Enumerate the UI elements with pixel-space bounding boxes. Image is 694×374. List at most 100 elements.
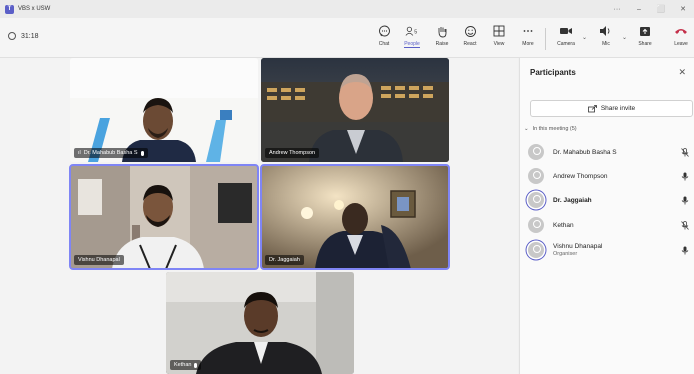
people-icon: 5 xyxy=(405,24,419,38)
participant-name: Andrew Thompson xyxy=(269,150,316,156)
participant-name: Vishnu Dhanapal xyxy=(78,257,120,263)
window-controls: ··· – ⬜ ✕ xyxy=(606,0,694,18)
camera-label: Camera xyxy=(557,41,575,47)
participant-row[interactable]: Vishnu Dhanapal Organiser xyxy=(528,239,693,261)
people-count-badge: 5 xyxy=(414,29,417,35)
video-tile[interactable]: Andrew Thompson xyxy=(261,58,449,162)
more-label: More xyxy=(522,41,534,47)
toolbar-divider xyxy=(545,28,546,50)
view-button[interactable]: View xyxy=(486,24,512,54)
react-label: React xyxy=(463,41,477,47)
participant-row[interactable]: Kethan xyxy=(528,214,693,236)
signal-strength-icon: ıl xyxy=(78,150,81,156)
camera-button[interactable]: Camera xyxy=(553,24,579,54)
participant-row[interactable]: Dr. Jaggaiah xyxy=(528,189,693,211)
share-icon xyxy=(638,24,652,38)
video-stage: ıl Dr. Mahabub Basha S Andrew Thompson V… xyxy=(0,58,518,374)
react-icon xyxy=(463,24,477,38)
raise-hand-button[interactable]: Raise xyxy=(429,24,455,54)
more-icon xyxy=(521,24,535,38)
avatar xyxy=(528,192,544,208)
participant-video xyxy=(70,165,258,269)
chevron-down-icon: ⌄ xyxy=(524,126,529,132)
window-title: VBS x USW xyxy=(18,6,51,12)
participant-name: Andrew Thompson xyxy=(553,172,608,180)
close-panel-icon[interactable]: ✕ xyxy=(678,67,686,78)
share-button[interactable]: Share xyxy=(632,24,658,54)
security-shield-icon xyxy=(8,32,16,40)
participants-panel: Participants ✕ Share invite ⌄ In this me… xyxy=(519,58,694,374)
participant-name: Dr. Mahabub Basha S xyxy=(83,150,138,156)
meeting-toolbar: 31:18 Chat 5 People Raise React View Mor… xyxy=(0,18,694,58)
share-label: Share xyxy=(638,41,652,47)
leave-icon xyxy=(674,24,688,38)
maximize-button[interactable]: ⬜ xyxy=(650,5,672,13)
section-label: In this meeting (5) xyxy=(532,126,577,132)
mic-label: Mic xyxy=(602,41,610,47)
video-tile[interactable]: Kethan xyxy=(166,272,354,374)
participant-video xyxy=(166,272,354,374)
mic-on-icon[interactable] xyxy=(681,246,689,255)
mic-on-icon[interactable] xyxy=(681,196,689,205)
mic-options-chevron-icon[interactable]: ⌄ xyxy=(622,34,627,41)
participant-name: Kethan xyxy=(174,362,192,368)
avatar xyxy=(528,168,544,184)
raise-hand-icon xyxy=(435,24,449,38)
share-invite-button[interactable]: Share invite xyxy=(530,100,693,117)
view-icon xyxy=(492,24,506,38)
view-label: View xyxy=(493,41,505,47)
window-more-button[interactable]: ··· xyxy=(606,6,628,13)
video-tile[interactable]: ıl Dr. Mahabub Basha S xyxy=(70,58,258,162)
participant-name: Dr. Jaggaiah xyxy=(269,257,300,263)
avatar xyxy=(528,242,544,258)
participant-row[interactable]: Dr. Mahabub Basha S xyxy=(528,141,693,163)
mic-muted-icon[interactable] xyxy=(681,221,689,230)
share-invite-label: Share invite xyxy=(600,105,636,112)
more-button[interactable]: More xyxy=(515,24,541,54)
leave-label: Leave xyxy=(674,41,688,47)
video-tile[interactable]: Vishnu Dhanapal xyxy=(69,164,259,270)
video-tile[interactable]: Dr. Jaggaiah xyxy=(260,164,450,270)
leave-button[interactable]: Leave xyxy=(668,24,694,54)
participant-name-tag: ıl Dr. Mahabub Basha S xyxy=(74,148,148,158)
react-button[interactable]: React xyxy=(457,24,483,54)
participant-video xyxy=(70,58,258,162)
share-invite-icon xyxy=(587,104,597,112)
meeting-timer: 31:18 xyxy=(8,32,39,40)
teams-app-icon: T xyxy=(5,4,14,14)
participant-name: Dr. Mahabub Basha S xyxy=(553,148,617,156)
mic-muted-icon[interactable] xyxy=(681,148,689,157)
participant-row[interactable]: Andrew Thompson xyxy=(528,165,693,187)
participant-name: Vishnu Dhanapal xyxy=(553,243,603,250)
mic-button[interactable]: Mic xyxy=(593,24,619,54)
participant-name: Kethan xyxy=(553,221,574,229)
raise-label: Raise xyxy=(435,41,449,47)
chat-button[interactable]: Chat xyxy=(371,24,397,54)
participant-role: Organiser xyxy=(553,251,578,257)
avatar xyxy=(528,217,544,233)
timer-text: 31:18 xyxy=(21,32,39,40)
participant-name-tag: Vishnu Dhanapal xyxy=(74,255,124,265)
title-bar: T VBS x USW ··· – ⬜ ✕ xyxy=(0,0,694,18)
mic-icon xyxy=(599,24,613,38)
camera-options-chevron-icon[interactable]: ⌄ xyxy=(582,34,587,41)
mic-muted-icon xyxy=(140,150,144,156)
chat-icon xyxy=(377,24,391,38)
participant-name-tag: Andrew Thompson xyxy=(265,148,320,158)
participant-video xyxy=(261,165,449,269)
panel-title: Participants xyxy=(530,68,576,77)
in-meeting-section-header[interactable]: ⌄ In this meeting (5) xyxy=(524,126,577,132)
participant-name-tag: Dr. Jaggaiah xyxy=(265,255,304,265)
participant-video xyxy=(261,58,449,162)
avatar xyxy=(528,144,544,160)
close-window-button[interactable]: ✕ xyxy=(672,5,694,13)
minimize-button[interactable]: – xyxy=(628,6,650,13)
mic-muted-icon xyxy=(194,362,198,368)
people-label: People xyxy=(404,41,420,48)
mic-on-icon[interactable] xyxy=(681,172,689,181)
chat-label: Chat xyxy=(378,41,390,47)
participant-name-tag: Kethan xyxy=(170,360,202,370)
participant-name: Dr. Jaggaiah xyxy=(553,196,592,204)
camera-icon xyxy=(559,24,573,38)
people-button[interactable]: 5 People xyxy=(399,24,425,54)
